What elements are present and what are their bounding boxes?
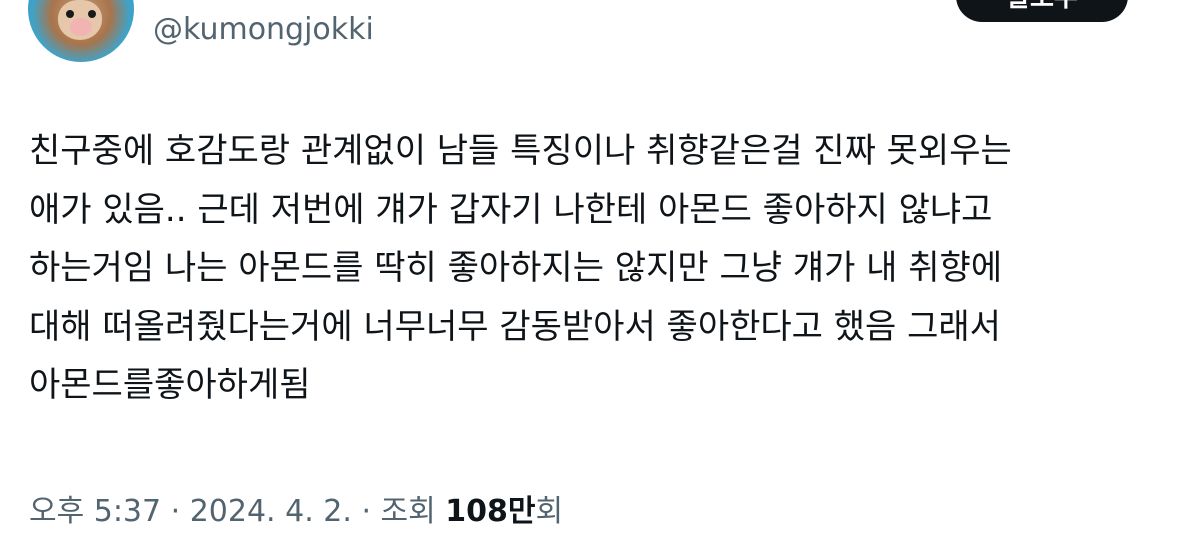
tweet-meta: 오후 5:37 · 2024. 4. 2. · 조회 108만회 <box>29 490 563 534</box>
avatar-eye-left <box>66 10 74 18</box>
tweet-text: 친구중에 호감도랑 관계없이 남들 특징이나 취향같은걸 진짜 못외우는 애가 … <box>29 122 1159 415</box>
view-count: 108만 <box>445 494 536 529</box>
tweet-text-line: 대해 떠올려줬다는거에 너무너무 감동받아서 좋아한다고 했음 그래서 <box>29 306 1001 347</box>
tweet-text-line: 하는거임 나는 아몬드를 딱히 좋아하지는 않지만 그냥 걔가 내 취향에 <box>29 248 1003 288</box>
tweet-timestamp[interactable]: 오후 5:37 · 2024. 4. 2. · 조회 <box>29 494 445 529</box>
tweet-text-line: 아몬드를좋아하게됨 <box>29 365 311 405</box>
tweet-text-line: 애가 있음.. 근데 저번에 걔가 갑자기 나한테 아몬드 좋아하지 않냐고 <box>29 189 993 230</box>
tweet-text-line: 친구중에 호감도랑 관계없이 남들 특징이나 취향같은걸 진짜 못외우는 <box>29 131 1012 171</box>
avatar-dog-snout <box>70 18 92 36</box>
avatar[interactable] <box>28 0 134 62</box>
user-handle[interactable]: @kumongjokki <box>153 10 374 50</box>
follow-button[interactable]: 팔로우 <box>956 0 1128 22</box>
follow-button-label: 팔로우 <box>962 0 1122 23</box>
avatar-eye-right <box>88 10 96 18</box>
view-count-suffix: 회 <box>535 494 564 529</box>
